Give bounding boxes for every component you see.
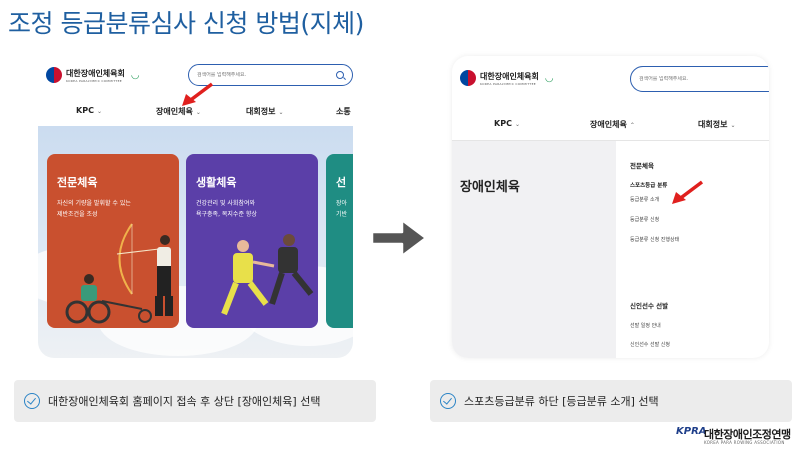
chevron-down-icon: ⌄	[278, 109, 284, 116]
submenu-title: 신인선수 선발	[630, 302, 669, 310]
check-circle-icon	[440, 393, 456, 409]
card-athlete[interactable]: 선 장아 기반	[326, 154, 353, 328]
next-step-arrow-icon	[370, 218, 428, 258]
caption-text: 스포츠등급분류 하단 [등급분류 소개] 선택	[464, 395, 659, 408]
check-circle-icon	[24, 393, 40, 409]
left-screenshot: 대한장애인체육회 KOREA PARALYMPIC COMMITTEE ◡ KP…	[38, 56, 353, 358]
card-title: 선	[336, 176, 347, 189]
kpc-logo[interactable]: 대한장애인체육회 KOREA PARALYMPIC COMMITTEE ◡	[46, 67, 140, 83]
runners-illustration	[221, 234, 314, 316]
pointer-arrow-icon	[182, 82, 214, 106]
card-life-sports[interactable]: 생활체육 건강관리 및 사회참여와 욕구충족, 복지수준 향상	[186, 154, 318, 328]
logo-sub: KOREA PARALYMPIC COMMITTEE	[480, 81, 536, 86]
kpc-logo[interactable]: 대한장애인체육회 KOREA PARALYMPIC COMMITTEE ◡	[460, 70, 554, 86]
submenu-title: 전문체육	[630, 162, 654, 170]
chevron-down-icon: ⌄	[514, 121, 520, 128]
chevron-up-icon: ⌃	[629, 122, 635, 129]
paralympic-icon: ◡	[544, 72, 554, 84]
taegeuk-icon	[46, 67, 62, 83]
menu-item-rookie-apply[interactable]: 신인선수 선발 신청	[630, 341, 670, 348]
paralympic-icon: ◡	[130, 69, 140, 81]
chevron-down-icon: ⌄	[96, 108, 102, 115]
menu-item-classification-apply[interactable]: 등급분류 신청	[630, 216, 679, 223]
menu-heading: 장애인체육	[460, 180, 520, 195]
card-elite-sports[interactable]: 전문체육 자신의 기량을 발휘할 수 있는 제반조건을 조성	[47, 154, 179, 328]
step1-caption: 대한장애인체육회 홈페이지 접속 후 상단 [장애인체육] 선택	[14, 380, 376, 422]
menu-item-classification-status[interactable]: 등급분류 신청 진행상태	[630, 236, 679, 243]
pointer-arrow-icon	[672, 180, 704, 204]
step2-caption: 스포츠등급분류 하단 [등급분류 소개] 선택	[430, 380, 792, 422]
slide-title: 조정 등급분류심사 신청 방법(지체)	[8, 9, 364, 38]
search-input[interactable]	[639, 76, 769, 82]
kpra-logo: KPRA 대한장애인조정연맹 KOREA PARA ROWING ASSOCIA…	[676, 426, 796, 448]
nav-competition-info[interactable]: 대회정보 ⌄	[246, 106, 283, 117]
taegeuk-icon	[460, 70, 476, 86]
right-screenshot: 대한장애인체육회 KOREA PARALYMPIC COMMITTEE ◡ KP…	[452, 56, 769, 358]
logo-name: 대한장애인체육회	[66, 68, 125, 78]
chevron-down-icon: ⌄	[195, 109, 201, 116]
nav-kpc[interactable]: KPC ⌄	[494, 119, 520, 128]
logo-sub: KOREA PARALYMPIC COMMITTEE	[66, 78, 122, 83]
search-box[interactable]	[630, 66, 769, 92]
submenu-rookie: 신인선수 선발 선발 일정 안내 신인선수 선발 신청	[630, 300, 670, 348]
chevron-down-icon: ⌄	[730, 122, 736, 129]
archer-illustration	[65, 223, 173, 324]
nav-disability-sports[interactable]: 장애인체육 ⌃	[590, 119, 635, 130]
search-input[interactable]	[197, 72, 336, 78]
card-desc: 장아 기반	[336, 200, 348, 218]
logo-name: 대한장애인체육회	[480, 71, 539, 81]
caption-text: 대한장애인체육회 홈페이지 접속 후 상단 [장애인체육] 선택	[48, 395, 321, 408]
menu-item-selection-schedule[interactable]: 선발 일정 안내	[630, 322, 670, 329]
footer-mark: KPRA	[676, 426, 707, 437]
nav-competition-info[interactable]: 대회정보 ⌄	[698, 119, 735, 130]
footer-sub: KOREA PARA ROWING ASSOCIATION	[704, 440, 785, 445]
menu-left-panel	[452, 141, 616, 358]
nav-kpc[interactable]: KPC ⌄	[76, 106, 102, 115]
nav-communication[interactable]: 소통	[336, 106, 351, 117]
search-icon[interactable]	[336, 71, 344, 79]
